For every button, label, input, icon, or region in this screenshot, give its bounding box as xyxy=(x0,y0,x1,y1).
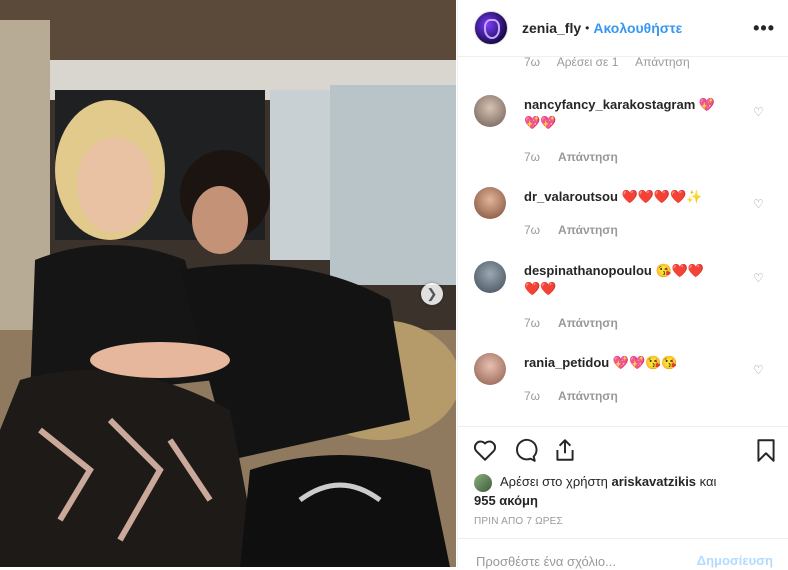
comment-time: 7ω xyxy=(524,150,541,164)
reply-button[interactable]: Απάντηση xyxy=(635,57,690,69)
comments-list[interactable]: 7ω Αρέσει σε 1 Απάντηση nancyfancy_karak… xyxy=(458,57,788,425)
post-photo[interactable]: ❯ xyxy=(0,0,456,567)
avatar[interactable] xyxy=(474,261,506,293)
more-options-icon[interactable]: ••• xyxy=(753,18,775,39)
share-icon[interactable] xyxy=(552,437,578,463)
comment-input[interactable] xyxy=(474,553,698,570)
likes-middle: και xyxy=(699,474,717,489)
post-timestamp[interactable]: ΠΡΙΝ ΑΠΟ 7 ΩΡΕΣ xyxy=(474,516,563,527)
heart-icon[interactable] xyxy=(472,437,498,463)
comment-body: 💖💖😘😘 xyxy=(612,355,678,370)
separator-dot: • xyxy=(585,21,590,35)
chevron-right-icon: ❯ xyxy=(426,286,438,301)
avatar[interactable] xyxy=(474,353,506,385)
comment-meta: 7ω Απάντηση xyxy=(524,316,618,330)
comment-body-line2: 💖💖 xyxy=(524,115,557,130)
heart-icon[interactable]: ♡ xyxy=(753,197,765,211)
comment-time: 7ω xyxy=(524,57,541,69)
likes-count[interactable]: 955 ακόμη xyxy=(474,493,538,508)
comment-username[interactable]: despinathanopoulou xyxy=(524,263,652,278)
reply-button[interactable]: Απάντηση xyxy=(558,389,618,403)
comment-text: despinathanopoulou 😘❤️❤️ ❤️❤️ xyxy=(524,262,744,298)
heart-icon[interactable]: ♡ xyxy=(753,105,765,119)
comment-username[interactable]: nancyfancy_karakostagram xyxy=(524,97,695,112)
comment-time: 7ω xyxy=(524,389,541,403)
follow-button[interactable]: Ακολουθήστε xyxy=(593,20,682,36)
post-header: zenia_fly • Ακολουθήστε ••• xyxy=(458,0,788,57)
avatar[interactable] xyxy=(474,473,492,492)
comment-text: rania_petidou 💖💖😘😘 xyxy=(524,354,744,372)
partial-comment-meta: 7ω Αρέσει σε 1 Απάντηση xyxy=(524,57,704,69)
post-button[interactable]: Δημοσίευση xyxy=(697,553,773,568)
reply-button[interactable]: Απάντηση xyxy=(558,223,618,237)
likes-summary: Αρέσει στο χρήστη ariskavatzikis και 955… xyxy=(474,473,774,510)
comment-meta: 7ω Απάντηση xyxy=(524,223,618,237)
comment-text: nancyfancy_karakostagram 💖 💖💖 xyxy=(524,96,744,132)
next-photo-button[interactable]: ❯ xyxy=(421,283,443,305)
post-actions: Αρέσει στο χρήστη ariskavatzikis και 955… xyxy=(458,426,788,570)
comment-username[interactable]: rania_petidou xyxy=(524,355,609,370)
comment-likes[interactable]: Αρέσει σε 1 xyxy=(557,57,619,69)
post-side-panel: zenia_fly • Ακολουθήστε ••• 7ω Αρέσει σε… xyxy=(457,0,788,570)
comment-body: 😘❤️❤️ xyxy=(655,263,705,278)
comment-meta: 7ω Απάντηση xyxy=(524,150,618,164)
bookmark-icon[interactable] xyxy=(753,437,779,463)
comment-body-line2: ❤️❤️ xyxy=(524,281,557,296)
liker-username[interactable]: ariskavatzikis xyxy=(611,474,696,489)
author-username[interactable]: zenia_fly xyxy=(522,20,581,36)
likes-prefix: Αρέσει στο χρήστη xyxy=(500,474,608,489)
comment-text: dr_valaroutsou ❤️❤️❤️❤️✨ xyxy=(524,188,744,206)
comment-username[interactable]: dr_valaroutsou xyxy=(524,189,618,204)
avatar[interactable] xyxy=(474,95,506,127)
add-comment-bar: Δημοσίευση xyxy=(458,538,788,570)
reply-button[interactable]: Απάντηση xyxy=(558,316,618,330)
comment-time: 7ω xyxy=(524,223,541,237)
avatar[interactable] xyxy=(474,11,508,45)
comment-meta: 7ω Απάντηση xyxy=(524,389,618,403)
avatar[interactable] xyxy=(474,187,506,219)
photo-illustration xyxy=(0,0,456,567)
comment-body: 💖 xyxy=(698,97,716,112)
comment-time: 7ω xyxy=(524,316,541,330)
heart-icon[interactable]: ♡ xyxy=(753,363,765,377)
comment-icon[interactable] xyxy=(512,437,538,463)
comment-body: ❤️❤️❤️❤️✨ xyxy=(621,189,703,204)
reply-button[interactable]: Απάντηση xyxy=(558,150,618,164)
heart-icon[interactable]: ♡ xyxy=(753,271,765,285)
